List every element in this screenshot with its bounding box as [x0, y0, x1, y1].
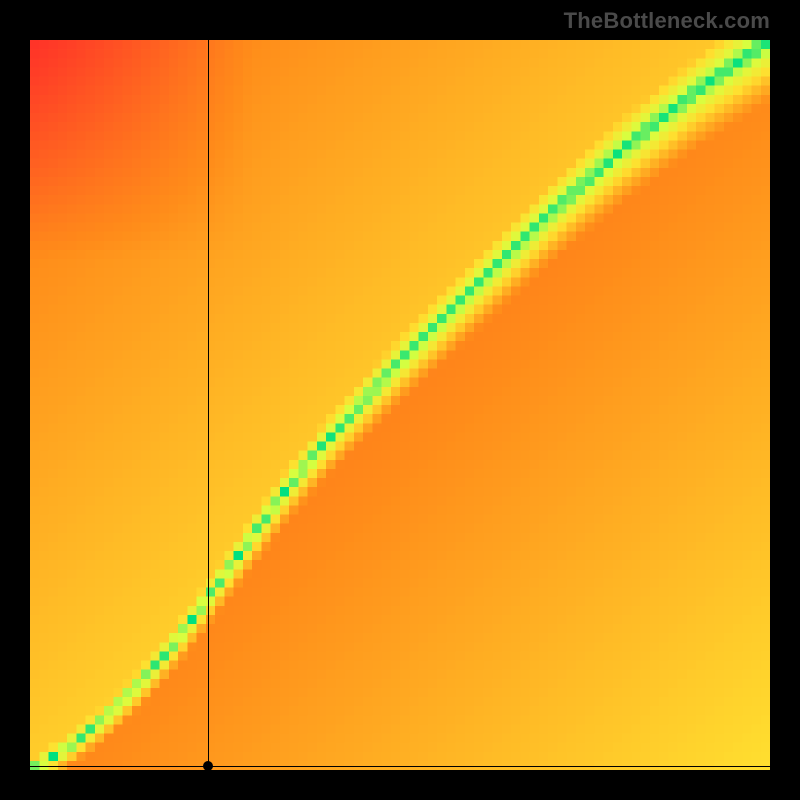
marker-dot: [203, 761, 213, 771]
heatmap-plot-area: [30, 40, 770, 770]
crosshair-horizontal: [30, 766, 770, 767]
heatmap-canvas: [30, 40, 770, 770]
crosshair-vertical: [208, 40, 209, 770]
chart-frame: TheBottleneck.com: [0, 0, 800, 800]
attribution-text: TheBottleneck.com: [564, 8, 770, 34]
